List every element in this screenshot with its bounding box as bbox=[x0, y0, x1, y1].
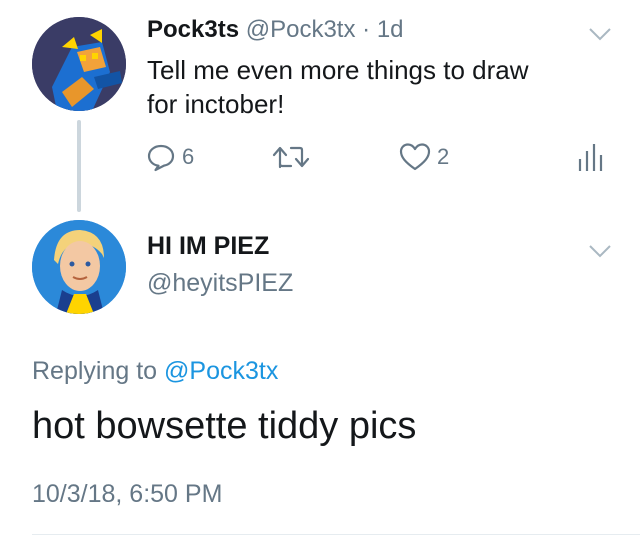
parent-display-name[interactable]: Pock3ts bbox=[147, 16, 239, 43]
parent-handle[interactable]: @Pock3tx bbox=[246, 16, 356, 43]
thread-line bbox=[77, 120, 81, 212]
reply-handle[interactable]: @heyitsPIEZ bbox=[147, 269, 293, 298]
retweet-icon bbox=[272, 146, 310, 169]
reply-icon bbox=[147, 144, 175, 172]
parent-tweet-text: Tell me even more things to draw for inc… bbox=[147, 53, 529, 121]
reply-chevron-down-icon[interactable] bbox=[588, 243, 612, 259]
bottom-divider bbox=[32, 534, 640, 535]
parent-chevron-down-icon[interactable] bbox=[588, 26, 612, 42]
piez-avatar-image bbox=[32, 220, 126, 314]
reply-timestamp[interactable]: 10/3/18, 6:50 PM bbox=[32, 480, 222, 509]
parent-text-line-2: for inctober! bbox=[147, 89, 285, 119]
reply-button[interactable]: 6 bbox=[146, 142, 194, 172]
parent-tweet-header: Pock3ts @Pock3tx · 1d bbox=[147, 16, 404, 44]
replying-to-line: Replying to @Pock3tx bbox=[32, 357, 278, 386]
heart-icon bbox=[399, 143, 431, 171]
like-count: 2 bbox=[437, 144, 450, 169]
reply-avatar[interactable] bbox=[32, 220, 126, 314]
analytics-button[interactable] bbox=[577, 141, 603, 171]
parent-text-line-1: Tell me even more things to draw bbox=[147, 55, 529, 85]
pock3ts-avatar-image bbox=[32, 17, 126, 111]
analytics-icon bbox=[578, 144, 603, 171]
parent-avatar[interactable] bbox=[32, 17, 126, 111]
reply-tweet-text: hot bowsette tiddy pics bbox=[32, 405, 417, 447]
reply-count: 6 bbox=[182, 144, 195, 169]
header-separator: · bbox=[362, 16, 371, 43]
like-button[interactable]: 2 bbox=[399, 142, 449, 172]
replying-to-handle[interactable]: @Pock3tx bbox=[164, 357, 278, 385]
retweet-button[interactable] bbox=[271, 143, 311, 171]
replying-to-label: Replying to bbox=[32, 357, 158, 385]
reply-display-name[interactable]: HI IM PIEZ bbox=[147, 232, 269, 261]
parent-time[interactable]: 1d bbox=[377, 16, 404, 43]
